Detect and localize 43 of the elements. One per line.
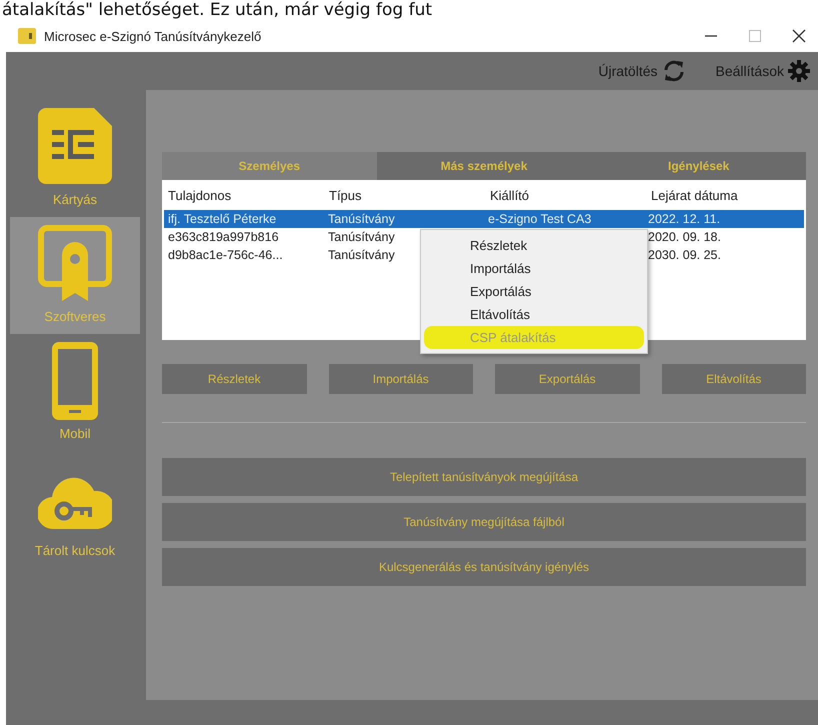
sidebar-item[interactable]: Szoftveres [10,217,140,334]
table-cell: Tanúsítvány [328,248,395,262]
selected-row[interactable]: ifj. Tesztelő Péterke Tanúsítvány e-Szigno Test CA3 2022. 12. 11. [164,210,804,228]
sidebar-item[interactable]: Kártyás [10,100,140,217]
action-button[interactable]: Importálás [328,364,473,394]
table-cell: Tanúsítvány [328,212,395,226]
reload-icon [662,60,686,82]
action-button[interactable]: Exportálás [495,364,640,394]
certificate-icon [38,225,112,303]
sidebar-item[interactable]: Tárolt kulcsok [10,451,140,568]
table-cell: 2020. 09. 18. [648,230,721,244]
column-header[interactable]: Kiállító [484,188,645,202]
tab[interactable]: Igénylések [591,152,806,180]
page-caption: átalakítás" lehetőséget. Ez után, már végig fog fut [1,0,434,20]
sim-card-icon [38,108,112,186]
app-icon [18,28,36,44]
column-header[interactable]: Lejárat dátuma [645,188,806,202]
menu-item[interactable]: Eltávolítás [424,303,644,326]
tab[interactable]: Más személyek [376,152,592,180]
wide-button[interactable]: Telepített tanúsítványok megújítása [162,458,806,496]
sidebar-item[interactable]: Mobil [10,334,140,451]
tab[interactable]: Személyes [162,152,377,180]
column-header[interactable]: Típus [323,188,484,202]
gear-icon [788,60,810,82]
column-header[interactable]: Tulajdonos [162,188,323,202]
menu-item[interactable]: Exportálás [424,280,644,303]
close-icon[interactable] [792,29,806,43]
menu-item[interactable]: Importálás [424,257,644,280]
table-cell: d9b8ac1e-756c-46... [168,248,283,262]
menu-item[interactable]: Részletek [424,234,644,257]
action-button[interactable]: Részletek [162,364,306,394]
table-cell: 2030. 09. 25. [648,248,721,262]
table-cell: 2022. 12. 11. [648,212,720,226]
table-cell: ifj. Tesztelő Péterke [168,212,276,226]
wide-button[interactable]: Kulcsgenerálás és tanúsítvány igénylés [162,548,806,586]
wide-button[interactable]: Tanúsítvány megújítása fájlból [162,503,806,541]
action-button[interactable]: Eltávolítás [662,364,806,394]
table-cell: Tanúsítvány [328,230,395,244]
settings-button[interactable]: Beállítások [716,60,810,82]
table-cell: e363c819a997b816 [168,230,279,244]
table-cell: e-Szigno Test CA3 [488,212,592,226]
window-title: Microsec e-Szignó Tanúsítványkezelő [44,28,262,44]
reload-button[interactable]: Újratöltés [598,60,686,82]
